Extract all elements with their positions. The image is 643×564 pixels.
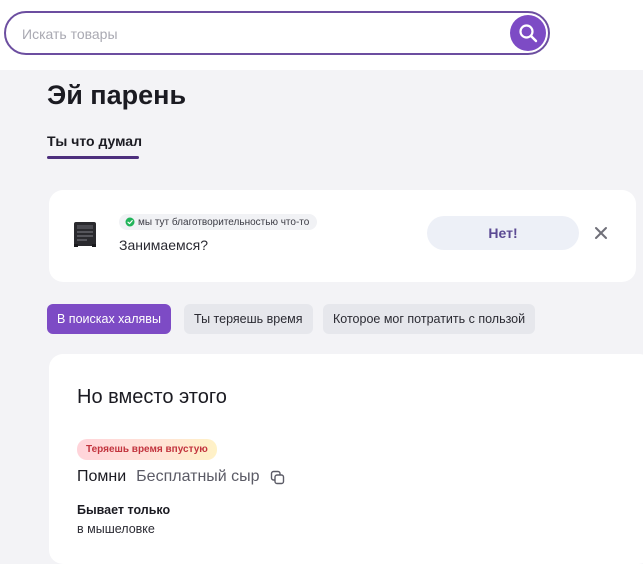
search-input[interactable] [20,13,504,55]
product-name: Бесплатный сыр [136,468,260,485]
chip-free[interactable]: В поисках халявы [47,304,171,334]
promo-banner: мы тут благотворительностью что-то Заним… [49,190,636,282]
top-bar [0,0,643,70]
page-title: Эй парень [47,80,187,110]
chip-wasting-time[interactable]: Ты теряешь время [184,304,313,334]
desc-subtitle: в мышеловке [77,522,155,536]
warning-badge: Теряешь время впустую [77,439,217,460]
banner-badge: мы тут благотворительностью что-то [119,214,318,230]
chip-useful-time[interactable]: Которое мог потратить с пользой [323,304,536,334]
search-bar [4,11,550,55]
product-thumbnail-icon [74,222,96,247]
desc-title: Бывает только [77,503,171,517]
close-icon[interactable] [592,224,610,242]
banner-no-button[interactable]: Нет! [427,216,579,250]
card-title: Но вместо этого [77,386,227,408]
tab-active-underline [47,156,139,159]
banner-badge-text: мы тут благотворительностью что-то [138,216,310,228]
search-icon [519,24,538,43]
chat-bubble-icon [125,217,135,227]
search-button[interactable] [510,15,546,51]
tab-active[interactable]: Ты что думал [47,133,142,149]
product-label: Помни [77,468,127,485]
product-card: Но вместо этого Теряешь время впустую По… [49,354,643,564]
product-line: Помни Бесплатный сыр [77,468,285,486]
copy-icon[interactable] [270,470,285,485]
banner-question: Занимаемся? [119,237,208,253]
